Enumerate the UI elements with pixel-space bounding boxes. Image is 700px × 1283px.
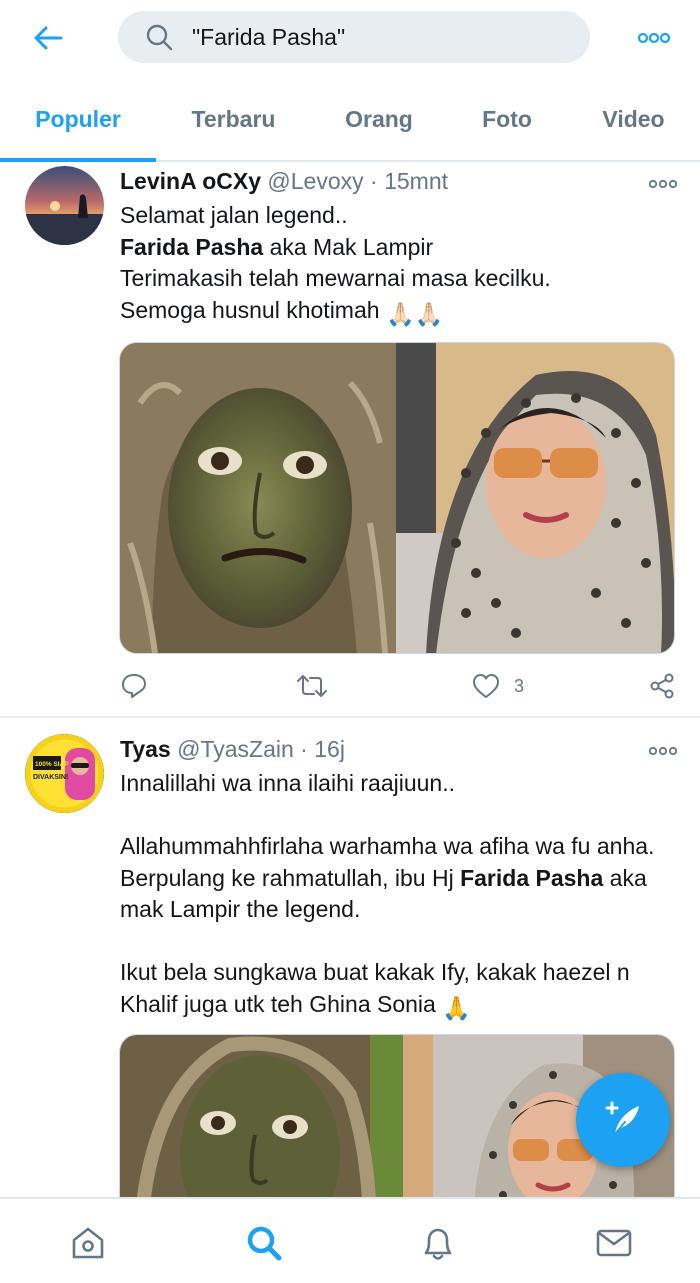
display-name[interactable]: Tyas bbox=[120, 736, 171, 762]
search-icon bbox=[247, 1226, 282, 1261]
like-button[interactable]: 3 bbox=[472, 666, 524, 706]
bell-icon bbox=[424, 1228, 452, 1260]
tweet-header: Tyas @TyasZain · 16j bbox=[120, 736, 345, 763]
tweet-line: Allahummahhfirlaha warhamha wa afiha wa … bbox=[120, 833, 655, 859]
more-horizontal-icon bbox=[649, 746, 677, 756]
tab-foto[interactable]: Foto bbox=[447, 78, 567, 160]
top-bar bbox=[0, 0, 700, 78]
tweet-header: LevinA oCXy @Levoxy · 15mnt bbox=[120, 168, 448, 195]
tab-label: Populer bbox=[35, 105, 121, 132]
avatar[interactable] bbox=[25, 166, 104, 245]
highlighted-term: Farida Pasha bbox=[120, 233, 264, 260]
tab-label: Terbaru bbox=[191, 105, 276, 132]
tweet-menu-button[interactable] bbox=[646, 174, 680, 194]
nav-messages[interactable] bbox=[590, 1219, 638, 1267]
more-horizontal-icon bbox=[638, 32, 670, 44]
avatar[interactable]: 100% SIAP DIVAKSIN! bbox=[25, 734, 104, 813]
search-bar[interactable] bbox=[118, 11, 590, 63]
highlighted-term: Farida Pasha bbox=[460, 864, 604, 891]
heart-icon bbox=[473, 674, 499, 698]
tweet-media[interactable] bbox=[119, 342, 675, 654]
tab-orang[interactable]: Orang bbox=[311, 78, 447, 160]
tweet-line: Semoga husnul khotimah 🙏🏻🙏🏻 bbox=[120, 295, 680, 331]
tweet-line: Farida Pasha aka Mak Lampir bbox=[120, 232, 680, 264]
separator: · bbox=[370, 168, 378, 194]
tab-terbaru[interactable]: Terbaru bbox=[156, 78, 311, 160]
tab-populer[interactable]: Populer bbox=[0, 78, 156, 160]
tweet-line: Ikut bela sungkawa buat kakak Ify, kakak… bbox=[120, 959, 630, 985]
tweet-line: Berpulang ke rahmatullah, ibu Hj Farida … bbox=[120, 863, 686, 895]
tab-label: Orang bbox=[345, 105, 413, 132]
like-count: 3 bbox=[514, 675, 525, 696]
media-image-right[interactable] bbox=[396, 343, 674, 653]
search-input[interactable] bbox=[192, 23, 572, 51]
tab-label: Video bbox=[602, 105, 665, 132]
timestamp: 16j bbox=[314, 736, 345, 762]
nav-notifications[interactable] bbox=[414, 1219, 462, 1267]
retweet-icon bbox=[297, 675, 327, 697]
tweet-line-text: Khalif juga utk teh Ghina Sonia bbox=[120, 990, 436, 1017]
tweet-text: Selamat jalan legend.. Farida Pasha aka … bbox=[120, 200, 680, 330]
more-horizontal-icon bbox=[649, 179, 677, 189]
avatar-text-line: 100% SIAP bbox=[35, 761, 69, 768]
tweet-line: Selamat jalan legend.. bbox=[120, 202, 348, 228]
tweet-actions: 3 bbox=[0, 666, 700, 706]
tweet-line-text: Berpulang ke rahmatullah, ibu Hj bbox=[120, 864, 461, 891]
folded-hands-emoji: 🙏 bbox=[442, 994, 471, 1021]
tweet[interactable]: LevinA oCXy @Levoxy · 15mnt Selamat jala… bbox=[0, 162, 700, 718]
retweet-button[interactable] bbox=[296, 666, 328, 706]
display-name[interactable]: LevinA oCXy bbox=[120, 168, 261, 194]
back-button[interactable] bbox=[28, 18, 68, 58]
share-button[interactable] bbox=[648, 666, 676, 706]
tab-video[interactable]: Video bbox=[567, 78, 700, 160]
home-icon bbox=[72, 1227, 104, 1259]
reply-icon bbox=[122, 674, 146, 698]
search-icon bbox=[144, 22, 174, 52]
user-handle[interactable]: @TyasZain bbox=[177, 736, 294, 762]
compose-tweet-button[interactable] bbox=[576, 1073, 670, 1167]
compose-tweet-icon bbox=[605, 1101, 639, 1135]
separator: · bbox=[300, 736, 308, 762]
nav-home[interactable] bbox=[64, 1219, 112, 1267]
bottom-navigation bbox=[0, 1197, 700, 1283]
tweet-line: Terimakasih telah mewarnai masa kecilku. bbox=[120, 265, 551, 291]
tweet-line: Khalif juga utk teh Ghina Sonia 🙏 bbox=[120, 989, 686, 1025]
avatar-text-line: DIVAKSIN! bbox=[33, 774, 68, 781]
tweet-line: mak Lampir the legend. bbox=[120, 896, 361, 922]
reply-button[interactable] bbox=[120, 666, 148, 706]
folded-hands-emoji: 🙏🏻🙏🏻 bbox=[385, 300, 444, 327]
tweet-line: Innalillahi wa inna ilaihi raajiuun.. bbox=[120, 770, 455, 796]
user-handle[interactable]: @Levoxy bbox=[267, 168, 363, 194]
nav-explore[interactable] bbox=[240, 1219, 288, 1267]
media-image-left[interactable] bbox=[120, 343, 396, 653]
more-options-button[interactable] bbox=[632, 24, 676, 52]
tweet-text: Innalillahi wa inna ilaihi raajiuun.. Al… bbox=[120, 768, 686, 1024]
tweet-menu-button[interactable] bbox=[646, 741, 680, 761]
tweet-line-text: Semoga husnul khotimah bbox=[120, 296, 380, 323]
share-icon bbox=[650, 673, 674, 699]
tab-label: Foto bbox=[482, 105, 532, 132]
arrow-left-icon bbox=[34, 26, 63, 50]
mail-icon bbox=[596, 1229, 632, 1257]
tweet-line-text: aka bbox=[603, 864, 647, 891]
tweet-line-rest: aka Mak Lampir bbox=[263, 233, 434, 260]
timestamp: 15mnt bbox=[384, 168, 449, 194]
search-tabs: Populer Terbaru Orang Foto Video bbox=[0, 78, 700, 162]
